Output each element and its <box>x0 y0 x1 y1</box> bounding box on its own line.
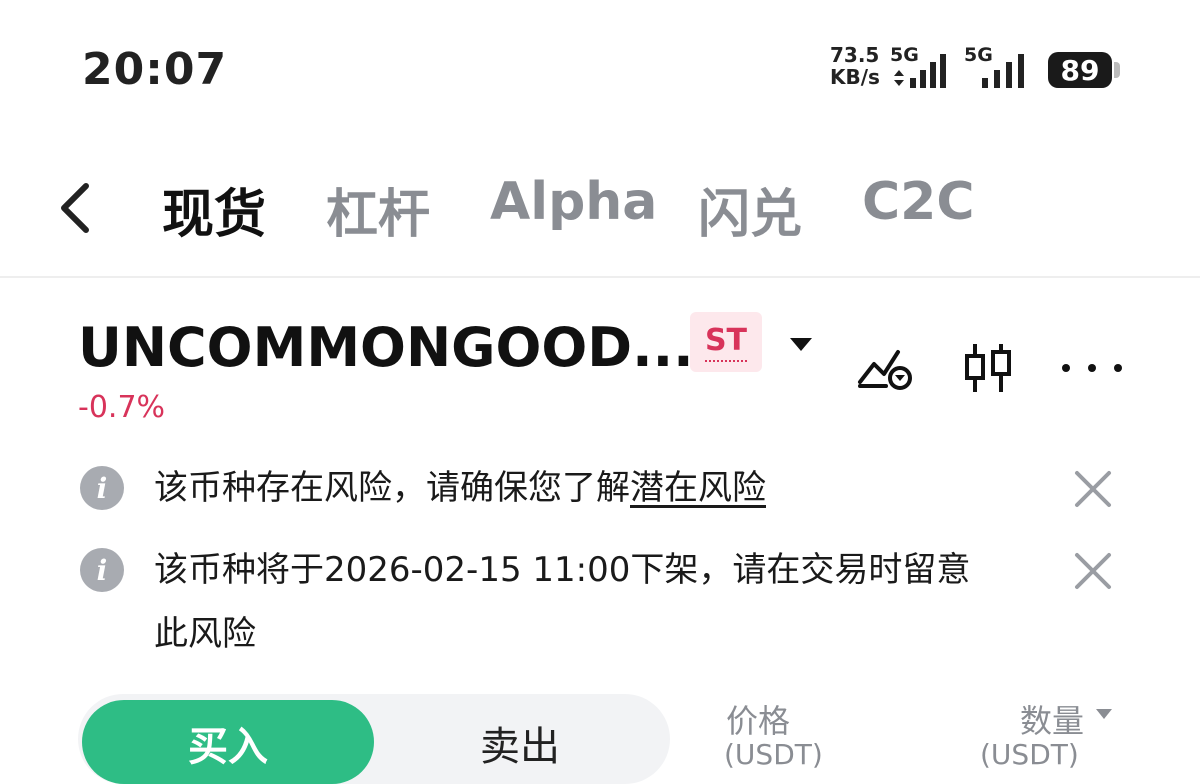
quantity-column-label[interactable]: 数量 <box>1020 696 1084 742</box>
buy-button[interactable]: 买入 <box>82 700 374 784</box>
price-column-label: 价格 <box>726 702 791 740</box>
tab-margin[interactable]: 杠杆 <box>326 172 430 247</box>
tab-convert[interactable]: 闪兑 <box>698 172 802 247</box>
close-icon[interactable] <box>1074 552 1112 590</box>
st-badge[interactable]: ST <box>690 312 762 372</box>
pair-name[interactable]: UNCOMMONGOOD... <box>78 316 694 379</box>
price-alert-icon[interactable] <box>856 342 914 390</box>
delisting-alert: 该币种将于2026-02-15 11:00下架，请在交易时留意 此风险 <box>154 538 970 666</box>
st-badge-label: ST <box>704 323 748 362</box>
network-speed: 73.5 KB/s <box>830 44 880 88</box>
risk-warning-text: 该币种存在风险，请确保您了解 <box>154 468 630 508</box>
tab-alpha[interactable]: Alpha <box>490 172 657 232</box>
info-icon: i <box>80 466 124 510</box>
network-speed-unit: KB/s <box>830 65 880 89</box>
signal-strength-icon <box>982 54 1024 88</box>
candlestick-icon[interactable] <box>962 342 1014 394</box>
signal-strength-icon <box>894 54 946 88</box>
back-chevron-icon[interactable] <box>56 182 96 234</box>
delisting-alert-line1: 该币种将于2026-02-15 11:00下架，请在交易时留意 <box>154 550 971 590</box>
delisting-alert-line2: 此风险 <box>154 614 256 654</box>
dropdown-caret-icon[interactable] <box>790 336 812 352</box>
battery-tip <box>1114 62 1120 78</box>
quantity-column-unit: (USDT) <box>980 738 1079 771</box>
status-time: 20:07 <box>82 44 228 95</box>
price-change-percent: -0.7% <box>78 390 166 425</box>
risk-warning-alert: 该币种存在风险，请确保您了解潜在风险 <box>154 456 766 520</box>
sell-button[interactable]: 卖出 <box>374 700 666 784</box>
dropdown-caret-icon[interactable] <box>1096 708 1112 720</box>
close-icon[interactable] <box>1074 470 1112 508</box>
network-speed-value: 73.5 <box>830 43 880 67</box>
info-icon: i <box>80 548 124 592</box>
more-icon[interactable] <box>1060 360 1124 376</box>
tab-c2c[interactable]: C2C <box>862 172 975 232</box>
tab-divider <box>0 276 1200 278</box>
price-column-unit: (USDT) <box>724 738 823 771</box>
tab-spot[interactable]: 现货 <box>162 172 266 247</box>
battery-indicator: 89 <box>1048 52 1112 88</box>
potential-risk-link[interactable]: 潜在风险 <box>630 468 766 508</box>
